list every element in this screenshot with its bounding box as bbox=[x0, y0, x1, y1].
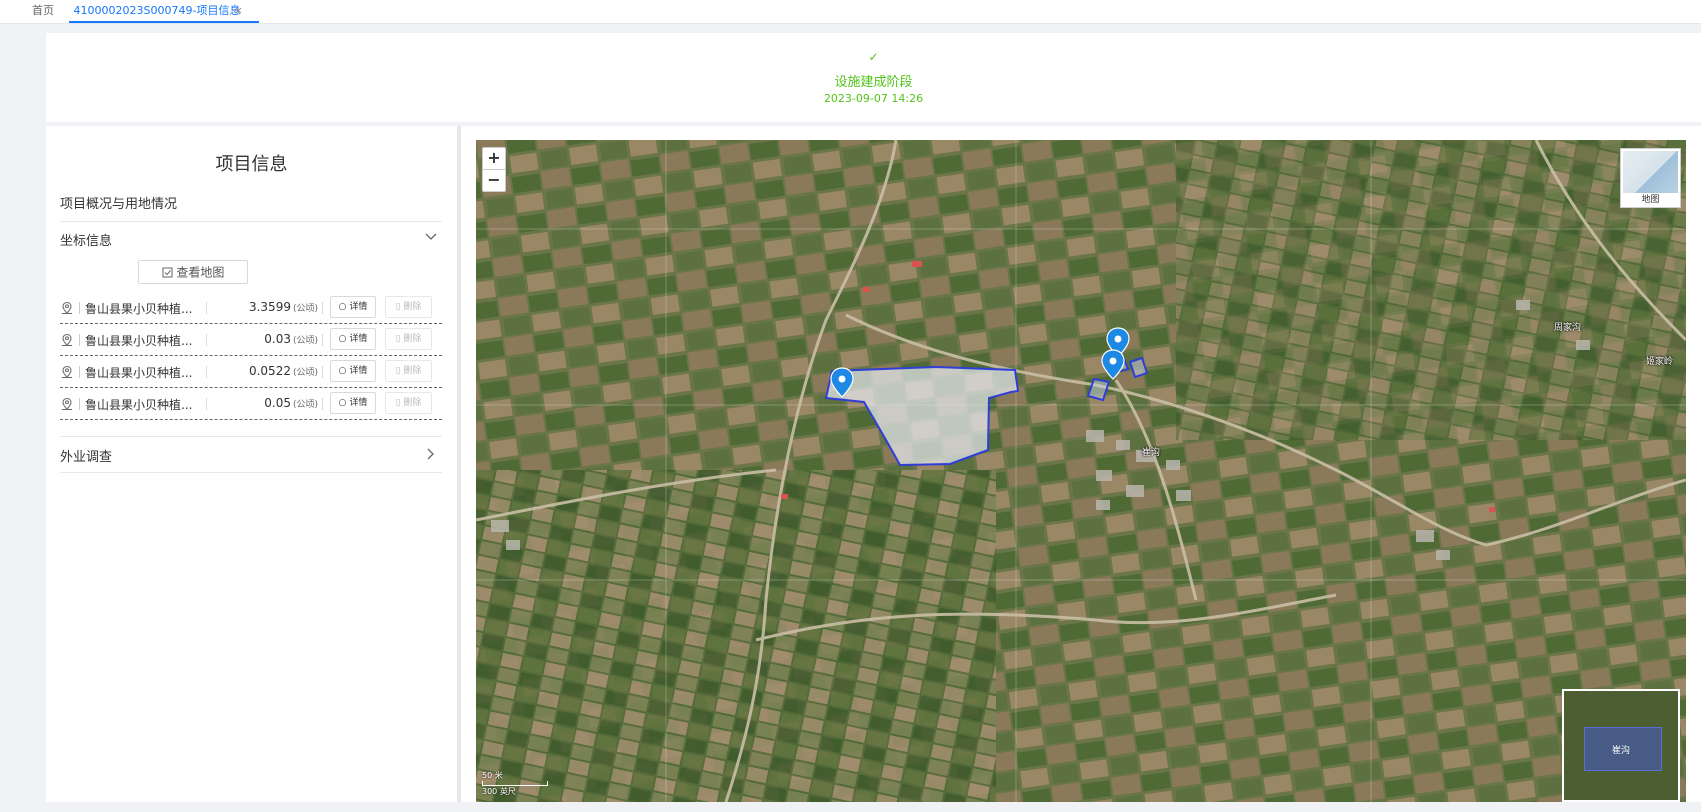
detail-icon: ○ bbox=[338, 398, 350, 408]
separator bbox=[79, 398, 80, 410]
view-map-button[interactable]: 查看地图 bbox=[138, 260, 248, 284]
plot-row: 鲁山县果小贝种植... 0.05 (公顷) ○ 详情 ▯ 删除 bbox=[60, 388, 442, 420]
field-survey-section-header[interactable]: 外业调查 bbox=[60, 436, 442, 472]
village-label: 周家沟 bbox=[1554, 323, 1582, 333]
plot-name: 鲁山县果小贝种植... bbox=[85, 302, 193, 316]
map-check-icon bbox=[162, 267, 173, 278]
detail-icon: ○ bbox=[338, 366, 350, 376]
delete-button[interactable]: ▯ 删除 bbox=[385, 360, 432, 382]
satellite-map[interactable]: + − 地图 周家沟 姬家岭 崔沟 50 米 300 英尺 崔沟 bbox=[476, 140, 1686, 802]
divider bbox=[60, 221, 442, 222]
tab-project-info-label: 4100002023S000749-项目信息 bbox=[73, 4, 241, 17]
village-label: 姬家岭 bbox=[1646, 357, 1674, 367]
chevron-down-icon bbox=[425, 233, 437, 240]
stage-title: 设施建成阶段 bbox=[834, 75, 913, 90]
separator bbox=[206, 302, 207, 314]
view-map-label: 查看地图 bbox=[176, 265, 225, 280]
coord-section-header[interactable]: 坐标信息 bbox=[60, 223, 442, 253]
village-label: 崔沟 bbox=[1142, 448, 1161, 458]
plot-area: 0.0522 (公顷) bbox=[248, 364, 318, 378]
separator bbox=[79, 334, 80, 346]
detail-button[interactable]: ○ 详情 bbox=[330, 328, 376, 350]
chevron-right-icon bbox=[427, 448, 434, 460]
location-icon bbox=[62, 365, 72, 378]
plot-area: 3.3599 (公顷) bbox=[248, 300, 318, 314]
plot-row: 鲁山县果小贝种植... 0.03 (公顷) ○ 详情 ▯ 删除 bbox=[60, 324, 442, 356]
scale-bar: 50 米 300 英尺 bbox=[482, 770, 548, 797]
separator bbox=[206, 334, 207, 346]
zoom-out-button[interactable]: − bbox=[483, 170, 505, 191]
detail-icon: ○ bbox=[338, 334, 350, 344]
scale-label-top: 50 米 bbox=[482, 771, 503, 780]
layer-label: 地图 bbox=[1641, 195, 1660, 205]
plot-name: 鲁山县果小贝种植... bbox=[85, 398, 193, 412]
separator bbox=[322, 302, 323, 314]
overview-section-title[interactable]: 项目概况与用地情况 bbox=[60, 193, 177, 212]
scale-label-bottom: 300 英尺 bbox=[482, 787, 516, 796]
tab-close-icon[interactable]: × bbox=[234, 0, 243, 21]
delete-button[interactable]: ▯ 删除 bbox=[385, 392, 432, 414]
overview-label: 崔沟 bbox=[1611, 746, 1630, 756]
layer-switch-button[interactable]: 地图 bbox=[1620, 148, 1681, 208]
delete-button[interactable]: ▯ 删除 bbox=[385, 296, 432, 318]
tab-bar: 首页 4100002023S000749-项目信息 × bbox=[0, 0, 1701, 24]
detail-button[interactable]: ○ 详情 bbox=[330, 360, 376, 382]
delete-button[interactable]: ▯ 删除 bbox=[385, 328, 432, 350]
tab-project-info[interactable]: 4100002023S000749-项目信息 × bbox=[69, 0, 259, 23]
detail-button[interactable]: ○ 详情 bbox=[330, 296, 376, 318]
plot-row: 鲁山县果小贝种植... 3.3599 (公顷) ○ 详情 ▯ 删除 bbox=[60, 292, 442, 324]
coord-section-title: 坐标信息 bbox=[60, 234, 113, 249]
separator bbox=[206, 398, 207, 410]
separator bbox=[79, 366, 80, 378]
detail-button[interactable]: ○ 详情 bbox=[330, 392, 376, 414]
separator bbox=[322, 366, 323, 378]
map-imagery bbox=[476, 140, 1686, 802]
map-layer-thumbnail bbox=[1623, 151, 1678, 193]
location-icon bbox=[62, 301, 72, 314]
stage-date: 2023-09-07 14:26 bbox=[823, 92, 924, 105]
location-icon bbox=[62, 397, 72, 410]
project-info-panel: 项目信息 项目概况与用地情况 坐标信息 查看地图 鲁山县果小贝种植... 3.3… bbox=[46, 126, 457, 802]
location-icon bbox=[62, 333, 72, 346]
plot-name: 鲁山县果小贝种植... bbox=[85, 366, 193, 380]
zoom-control: + − bbox=[482, 147, 506, 192]
field-survey-title: 外业调查 bbox=[60, 450, 113, 465]
plot-area: 0.03 (公顷) bbox=[264, 332, 318, 346]
check-icon: ✓ bbox=[868, 50, 879, 64]
panel-title: 项目信息 bbox=[215, 154, 288, 175]
plot-name: 鲁山县果小贝种植... bbox=[85, 334, 193, 348]
separator bbox=[79, 302, 80, 314]
separator bbox=[322, 334, 323, 346]
zoom-in-button[interactable]: + bbox=[483, 148, 505, 169]
overview-map[interactable]: 崔沟 bbox=[1562, 689, 1680, 802]
plot-area: 0.05 (公顷) bbox=[264, 396, 318, 410]
stage-panel: ✓ 设施建成阶段 2023-09-07 14:26 bbox=[46, 33, 1701, 122]
separator bbox=[322, 398, 323, 410]
tab-home[interactable]: 首页 bbox=[32, 0, 54, 23]
plot-row: 鲁山县果小贝种植... 0.0522 (公顷) ○ 详情 ▯ 删除 bbox=[60, 356, 442, 388]
detail-icon: ○ bbox=[338, 302, 350, 312]
separator bbox=[206, 366, 207, 378]
divider bbox=[60, 472, 442, 473]
